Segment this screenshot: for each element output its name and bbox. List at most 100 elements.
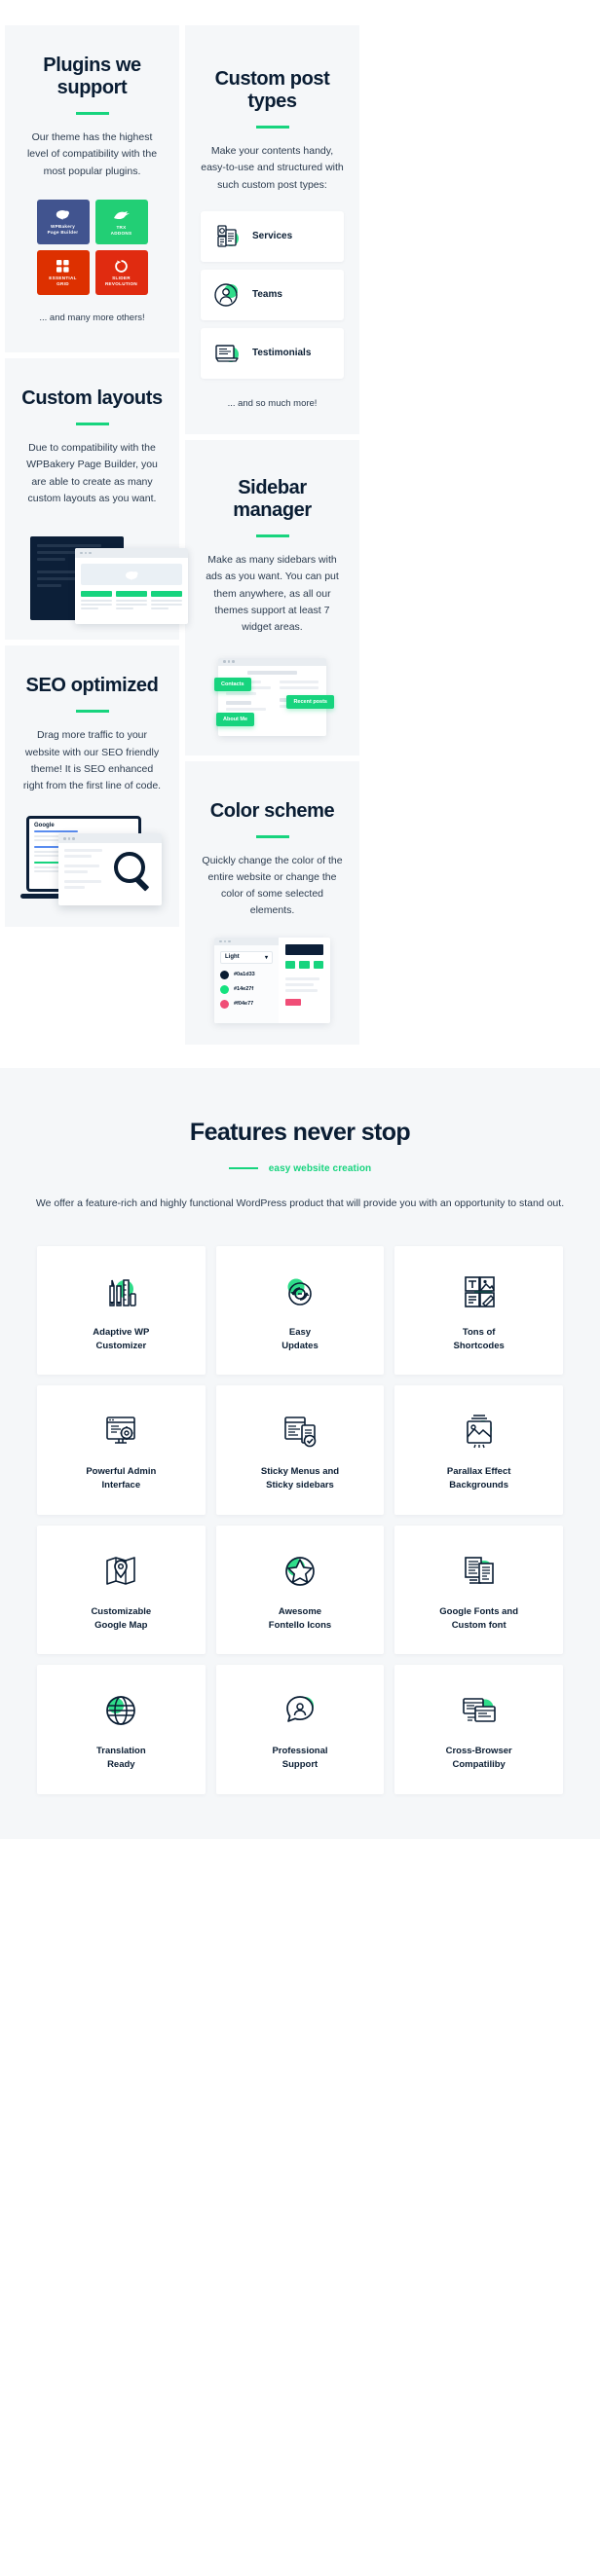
feature-label: Google Fonts and Custom font xyxy=(439,1605,519,1631)
swatch-row[interactable]: #0a1d33 xyxy=(220,970,273,979)
wpbakery-icon xyxy=(55,209,72,221)
feature-label: Cross-Browser Compatiliby xyxy=(445,1746,512,1771)
globe-icon xyxy=(101,1690,140,1731)
feature-label: Sticky Menus and Sticky sidebars xyxy=(260,1466,340,1491)
badge-line2: REVOLUTION xyxy=(104,280,138,286)
feature-card[interactable]: Powerful Admin Interface xyxy=(37,1385,206,1515)
right-column: Custom post types Make your contents han… xyxy=(185,25,359,1045)
feature-card[interactable]: Awesome Fontello Icons xyxy=(215,1525,385,1655)
grid-icon xyxy=(56,259,69,273)
features-title: Features never stop xyxy=(189,1118,411,1146)
title-underline xyxy=(75,710,109,714)
cpt-card-testimonials[interactable]: Testimonials xyxy=(201,327,344,379)
swatch-row[interactable]: #f04e77 xyxy=(220,999,273,1009)
subtitle-dash xyxy=(228,1167,258,1170)
support-icon xyxy=(281,1690,319,1731)
custom-layouts-mockup xyxy=(20,523,188,630)
badge-line2: ADDONS xyxy=(110,230,132,236)
sticky-menu-icon xyxy=(281,1411,319,1452)
feature-card[interactable]: Sticky Menus and Sticky sidebars xyxy=(215,1385,385,1515)
window-dot-icon xyxy=(89,551,92,555)
swatch-row[interactable]: #14e27f xyxy=(220,984,273,994)
cpt-card-list: Services Teams Testimonials xyxy=(201,210,344,379)
top-section: Plugins we support Our theme has the hig… xyxy=(0,0,600,1045)
title-underline xyxy=(255,534,289,537)
plugin-badge-grid: WPBakery Page Builder TRX ADDONS ESSENTI… xyxy=(36,199,148,295)
feature-label: Easy Updates xyxy=(281,1326,319,1351)
cpt-label: Teams xyxy=(252,289,282,301)
color-hex: #f04e77 xyxy=(234,1001,254,1008)
mockup-titlebar xyxy=(214,937,279,945)
color-scheme-lead: Quickly change the color of the entire w… xyxy=(202,854,343,917)
admin-gear-icon xyxy=(101,1411,140,1452)
plugin-badge-trx[interactable]: TRX ADDONS xyxy=(94,199,148,244)
mockup-google-label: Google xyxy=(34,823,55,829)
cpt-label: Services xyxy=(252,231,293,242)
sidebar-manager-panel: Sidebar manager Make as many sidebars wi… xyxy=(185,439,359,755)
cpt-card-services[interactable]: Services xyxy=(201,210,344,262)
feature-label: Professional Support xyxy=(272,1746,328,1771)
features-lead: We offer a feature-rich and highly funct… xyxy=(35,1196,565,1209)
left-column: Plugins we support Our theme has the hig… xyxy=(5,25,188,1045)
color-hex: #14e27f xyxy=(234,986,254,993)
star-icon xyxy=(281,1551,319,1592)
cpt-footnote: ... and so much more! xyxy=(227,397,318,409)
sidebar-tag-contacts[interactable]: Contacts xyxy=(214,677,251,691)
feature-card[interactable]: Professional Support xyxy=(215,1665,385,1794)
feature-card[interactable]: Tons of Shortcodes xyxy=(394,1245,563,1376)
seo-mockup: Google xyxy=(20,808,164,913)
sidebar-tag-about-me[interactable]: About Me xyxy=(216,712,255,726)
feature-card[interactable]: Customizable Google Map xyxy=(37,1525,206,1655)
plugin-badge-essential-grid[interactable]: ESSENTIAL GRID xyxy=(36,249,90,295)
features-subtitle-row: easy website creation xyxy=(0,1163,600,1174)
scheme-select[interactable]: Light ▾ xyxy=(220,950,273,964)
feature-card[interactable]: Parallax Effect Backgrounds xyxy=(394,1385,563,1515)
tools-icon xyxy=(101,1271,140,1312)
plugin-badge-wpbakery[interactable]: WPBakery Page Builder xyxy=(36,199,90,244)
trx-icon xyxy=(112,209,131,222)
title-underline xyxy=(255,834,289,838)
slider-icon xyxy=(115,259,128,273)
feature-card[interactable]: Google Fonts and Custom font xyxy=(394,1525,563,1655)
scheme-select-value: Light xyxy=(225,954,240,961)
mockup-color-sidebar: Light ▾ #0a1d33 #14e27f #f04e77 xyxy=(214,937,279,1023)
features-grid: Adaptive WP Customizer Easy Updates Tons… xyxy=(37,1245,563,1794)
feature-card[interactable]: Easy Updates xyxy=(215,1245,385,1376)
mockup-columns xyxy=(81,591,182,611)
refresh-icon xyxy=(281,1271,319,1312)
feature-card[interactable]: Adaptive WP Customizer xyxy=(37,1245,206,1376)
color-scheme-mockup: Light ▾ #0a1d33 #14e27f #f04e77 xyxy=(201,934,344,1029)
feature-card[interactable]: Cross-Browser Compatiliby xyxy=(394,1665,563,1794)
map-pin-icon xyxy=(101,1551,140,1592)
features-section: Features never stop easy website creatio… xyxy=(0,1067,600,1839)
feature-card[interactable]: Translation Ready xyxy=(37,1665,206,1794)
services-icon xyxy=(214,224,240,249)
mockup-hero xyxy=(81,564,182,586)
color-hex: #0a1d33 xyxy=(234,972,255,978)
feature-label: Parallax Effect Backgrounds xyxy=(446,1466,511,1491)
color-scheme-panel: Color scheme Quickly change the color of… xyxy=(185,760,359,1045)
mockup-titlebar xyxy=(58,833,162,844)
badge-line2: Page Builder xyxy=(47,230,79,236)
plugin-badge-slider-revolution[interactable]: SLIDER REVOLUTION xyxy=(94,249,148,295)
mockup-search-window xyxy=(58,833,162,906)
title-underline xyxy=(255,126,289,129)
title-underline xyxy=(75,112,109,115)
feature-label: Tons of Shortcodes xyxy=(453,1326,505,1351)
sidebar-mockup: Contacts Recent posts About Me xyxy=(201,652,344,742)
features-subtitle: easy website creation xyxy=(268,1162,372,1174)
window-dot-icon xyxy=(80,551,83,555)
mockup-titlebar xyxy=(75,548,188,559)
sidebar-tag-recent-posts[interactable]: Recent posts xyxy=(286,694,334,709)
color-swatch xyxy=(220,970,229,979)
mockup-titlebar xyxy=(218,657,326,666)
cpt-card-teams[interactable]: Teams xyxy=(201,269,344,320)
cloud-icon xyxy=(126,570,138,580)
feature-label: Customizable Google Map xyxy=(91,1605,152,1631)
shortcodes-icon xyxy=(460,1271,499,1312)
seo-title: SEO optimized xyxy=(25,675,159,697)
color-scheme-title: Color scheme xyxy=(209,799,335,822)
mockup-content xyxy=(75,558,188,617)
feature-label: Powerful Admin Interface xyxy=(86,1466,157,1491)
feature-label: Adaptive WP Customizer xyxy=(93,1326,150,1351)
